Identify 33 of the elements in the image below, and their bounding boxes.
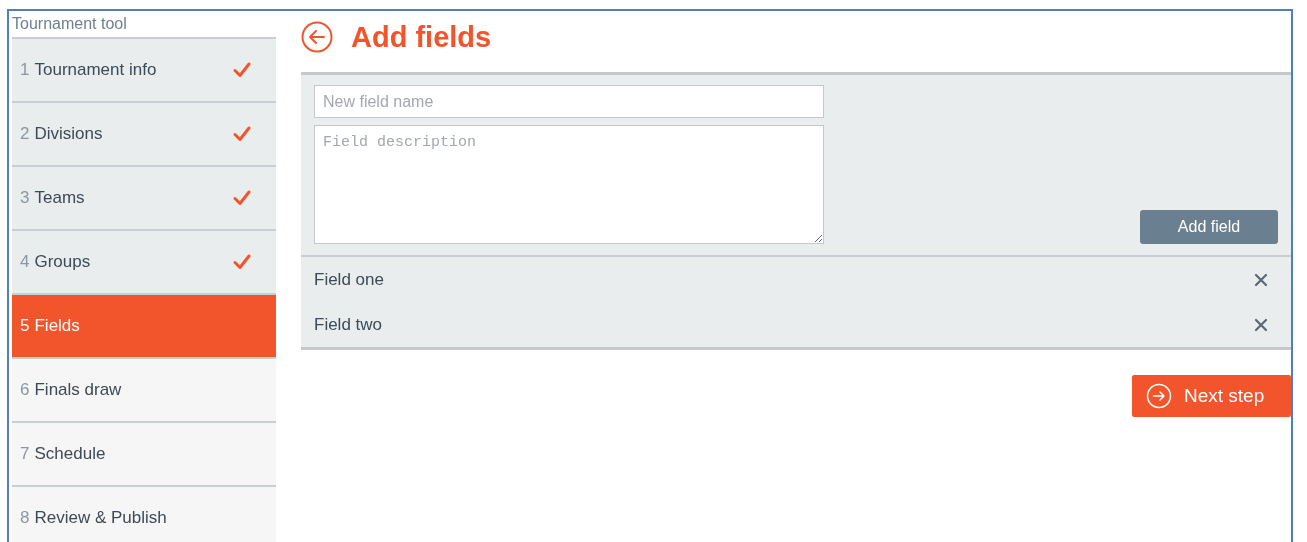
step-item[interactable]: 2 Divisions xyxy=(12,103,276,167)
step-number: 6 xyxy=(20,380,30,400)
add-field-button[interactable]: Add field xyxy=(1140,210,1278,244)
step-label: Divisions xyxy=(34,124,104,144)
step-number: 7 xyxy=(20,444,30,464)
field-description-input[interactable]: Field description xyxy=(314,125,824,244)
field-name: Field two xyxy=(314,314,383,335)
step-label: Finals draw xyxy=(34,380,123,400)
close-icon[interactable] xyxy=(1254,272,1268,287)
step-number: 2 xyxy=(20,124,30,144)
step-number: 3 xyxy=(20,188,30,208)
back-icon[interactable] xyxy=(301,21,333,53)
step-item[interactable]: 3 Teams xyxy=(12,167,276,231)
step-number: 4 xyxy=(20,252,30,272)
close-icon[interactable] xyxy=(1254,317,1268,332)
step-number: 8 xyxy=(20,508,30,528)
step-item[interactable]: 4 Groups xyxy=(12,231,276,295)
step-number: 5 xyxy=(20,316,30,336)
step-label: Schedule xyxy=(34,444,107,464)
step-number: 1 xyxy=(20,60,30,80)
step-label: Fields xyxy=(34,316,81,336)
step-label: Review & Publish xyxy=(34,508,168,528)
step-label: Groups xyxy=(34,252,92,272)
step-item[interactable]: 7 Schedule xyxy=(12,423,276,487)
field-name-input[interactable]: New field name xyxy=(314,85,824,118)
step-item[interactable]: 8 Review & Publish xyxy=(12,487,276,542)
step-label: Tournament info xyxy=(34,60,158,80)
arrow-circle-icon xyxy=(1146,383,1172,409)
field-name: Field one xyxy=(314,269,384,290)
page-title: Add fields xyxy=(351,20,492,54)
step-label: Teams xyxy=(34,188,86,208)
step-item[interactable]: 1 Tournament info xyxy=(12,39,276,103)
step-item[interactable]: 6 Finals draw xyxy=(12,359,276,423)
